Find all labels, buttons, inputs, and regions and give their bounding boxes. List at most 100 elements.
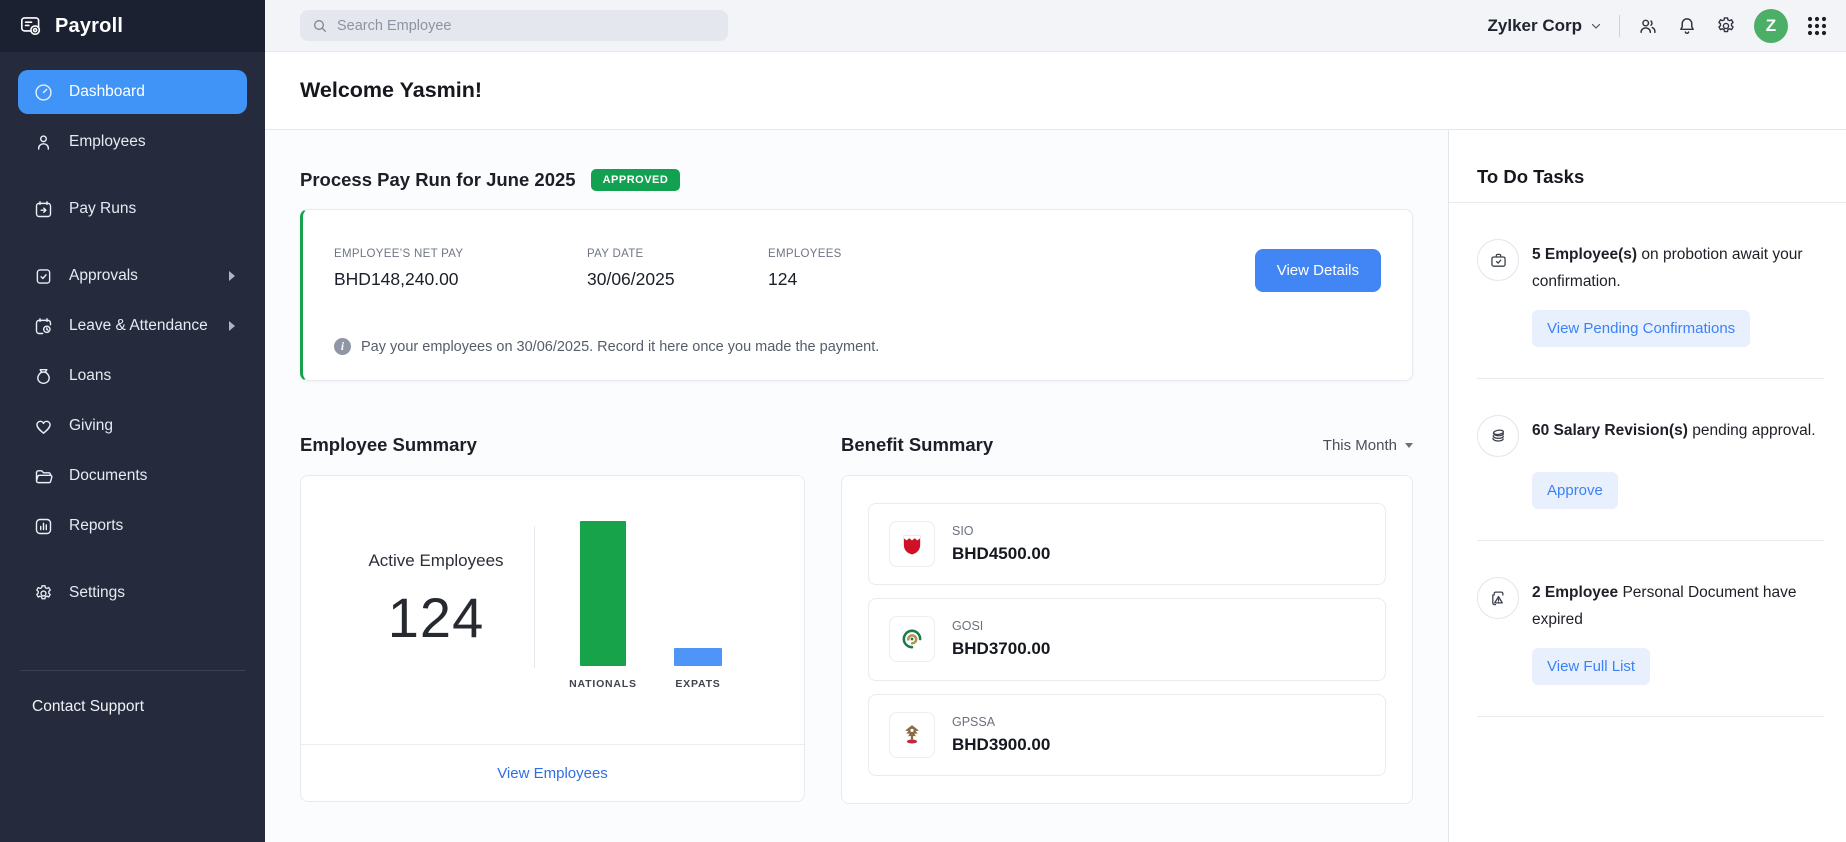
gear-icon[interactable]: [1715, 15, 1737, 37]
benefit-item-gpssa[interactable]: GPSSA BHD3900.00: [868, 694, 1386, 776]
app-logo: Payroll: [0, 0, 265, 52]
benefit-name: SIO: [952, 524, 1050, 538]
contact-support-link[interactable]: Contact Support: [0, 671, 265, 716]
payment-note: i Pay your employees on 30/06/2025. Reco…: [334, 338, 879, 355]
task-lead: 2 Employee: [1532, 584, 1618, 601]
task-text: 5 Employee(s) on probotion await your co…: [1532, 239, 1824, 295]
sidebar-item-giving[interactable]: Giving: [18, 404, 247, 448]
sidebar-item-loans[interactable]: Loans: [18, 354, 247, 398]
sidebar-item-employees[interactable]: Employees: [18, 120, 247, 164]
benefit-item-info: SIO BHD4500.00: [952, 524, 1050, 564]
view-employees-link[interactable]: View Employees: [497, 765, 608, 782]
document-alert-icon: [1477, 577, 1519, 619]
benefit-period-filter[interactable]: This Month: [1323, 437, 1413, 454]
sidebar-item-label: Loans: [69, 367, 111, 385]
task-rest: pending approval.: [1688, 422, 1816, 439]
bell-icon[interactable]: [1676, 15, 1698, 37]
sidebar-item-documents[interactable]: Documents: [18, 454, 247, 498]
gosi-logo: [889, 616, 935, 662]
note-text: Pay your employees on 30/06/2025. Record…: [361, 339, 879, 355]
expats-label: EXPATS: [646, 678, 750, 690]
users-icon[interactable]: [1637, 15, 1659, 37]
active-employees-stat: Active Employees 124: [336, 551, 536, 650]
sidebar-item-label: Documents: [69, 467, 147, 485]
coins-stack-icon: [1477, 415, 1519, 457]
view-full-list-button[interactable]: View Full List: [1532, 648, 1650, 685]
welcome-bar: Welcome Yasmin!: [265, 52, 1846, 130]
chevron-right-icon: [229, 271, 235, 281]
sidebar-item-label: Leave & Attendance: [69, 317, 208, 335]
stat-employees: EMPLOYEES 124: [768, 248, 842, 290]
avatar[interactable]: Z: [1754, 9, 1788, 43]
sidebar-item-dashboard[interactable]: Dashboard: [18, 70, 247, 114]
view-details-button[interactable]: View Details: [1255, 249, 1381, 292]
benefit-amount: BHD3900.00: [952, 735, 1050, 755]
briefcase-check-icon: [1477, 239, 1519, 281]
sidebar-item-approvals[interactable]: Approvals: [18, 254, 247, 298]
benefit-item-info: GOSI BHD3700.00: [952, 619, 1050, 659]
benefit-summary-card: SIO BHD4500.00 GOSI BHD3700.00: [841, 475, 1413, 804]
active-employees-label: Active Employees: [336, 551, 536, 571]
stat-value: BHD148,240.00: [334, 269, 587, 290]
benefit-item-info: GPSSA BHD3900.00: [952, 715, 1050, 755]
sidebar-item-label: Pay Runs: [69, 200, 136, 218]
employees-icon: [33, 132, 54, 153]
gpssa-uae-logo: [889, 712, 935, 758]
filter-value: This Month: [1323, 437, 1397, 454]
settings-icon: [33, 583, 54, 604]
employee-search[interactable]: [300, 10, 728, 41]
sidebar-item-label: Approvals: [69, 267, 138, 285]
nationals-bar: [580, 521, 626, 666]
reports-icon: [33, 516, 54, 537]
chevron-down-icon: [1590, 20, 1602, 32]
task-lead: 60 Salary Revision(s): [1532, 422, 1688, 439]
sidebar-item-pay-runs[interactable]: Pay Runs: [18, 187, 247, 231]
benefit-summary-section: Benefit Summary This Month SIO BHD4500.0…: [841, 431, 1413, 804]
chevron-right-icon: [229, 321, 235, 331]
status-badge: APPROVED: [591, 169, 681, 191]
benefit-item-gosi[interactable]: GOSI BHD3700.00: [868, 598, 1386, 680]
sidebar-item-leave-attendance[interactable]: Leave & Attendance: [18, 304, 247, 348]
payrun-title: Process Pay Run for June 2025: [300, 169, 576, 191]
loans-icon: [33, 366, 54, 387]
summary-columns: Employee Summary Active Employees 124 NA…: [300, 431, 1413, 804]
benefit-name: GOSI: [952, 619, 1050, 633]
giving-icon: [33, 416, 54, 437]
chevron-down-icon: [1405, 443, 1413, 448]
documents-icon: [33, 466, 54, 487]
approve-button[interactable]: Approve: [1532, 472, 1618, 509]
task-lead: 5 Employee(s): [1532, 246, 1637, 263]
approvals-icon: [33, 266, 54, 287]
task-text: 60 Salary Revision(s) pending approval.: [1532, 415, 1816, 457]
chart-axis: [534, 526, 535, 668]
stat-value: 30/06/2025: [587, 269, 768, 290]
search-input[interactable]: [337, 18, 716, 34]
sidebar-item-reports[interactable]: Reports: [18, 504, 247, 548]
payrun-stats: EMPLOYEE’S NET PAY BHD148,240.00 PAY DAT…: [303, 210, 1412, 290]
sidebar-item-settings[interactable]: Settings: [18, 571, 247, 615]
employee-summary-card: Active Employees 124 NATIONALS EXPATS Vi…: [300, 475, 805, 802]
employee-summary-section: Employee Summary Active Employees 124 NA…: [300, 431, 805, 804]
topbar-divider: [1619, 15, 1620, 37]
apps-grid-icon[interactable]: [1805, 14, 1829, 38]
sidebar-item-label: Reports: [69, 517, 123, 535]
sidebar-item-label: Settings: [69, 584, 125, 602]
todo-panel: To Do Tasks 5 Employee(s) on probotion a…: [1448, 130, 1846, 842]
todo-task-probation: 5 Employee(s) on probotion await your co…: [1477, 203, 1824, 379]
sidebar-item-label: Employees: [69, 133, 146, 151]
org-switcher[interactable]: Zylker Corp: [1488, 16, 1602, 36]
leave-attendance-icon: [33, 316, 54, 337]
app-title: Payroll: [55, 15, 123, 38]
active-employees-count: 124: [336, 585, 536, 650]
todo-title: To Do Tasks: [1477, 166, 1824, 188]
stat-net-pay: EMPLOYEE’S NET PAY BHD148,240.00: [334, 248, 587, 290]
benefit-amount: BHD3700.00: [952, 639, 1050, 659]
topbar-actions: Zylker Corp Z: [1488, 9, 1846, 43]
sidebar: Payroll Dashboard Employees Pay Runs Ap: [0, 0, 265, 842]
view-pending-confirmations-button[interactable]: View Pending Confirmations: [1532, 310, 1750, 347]
payroll-logo-icon: [18, 13, 44, 39]
benefit-item-sio[interactable]: SIO BHD4500.00: [868, 503, 1386, 585]
sidebar-nav: Dashboard Employees Pay Runs Approvals: [0, 52, 265, 615]
stat-pay-date: PAY DATE 30/06/2025: [587, 248, 768, 290]
stat-label: PAY DATE: [587, 248, 768, 260]
